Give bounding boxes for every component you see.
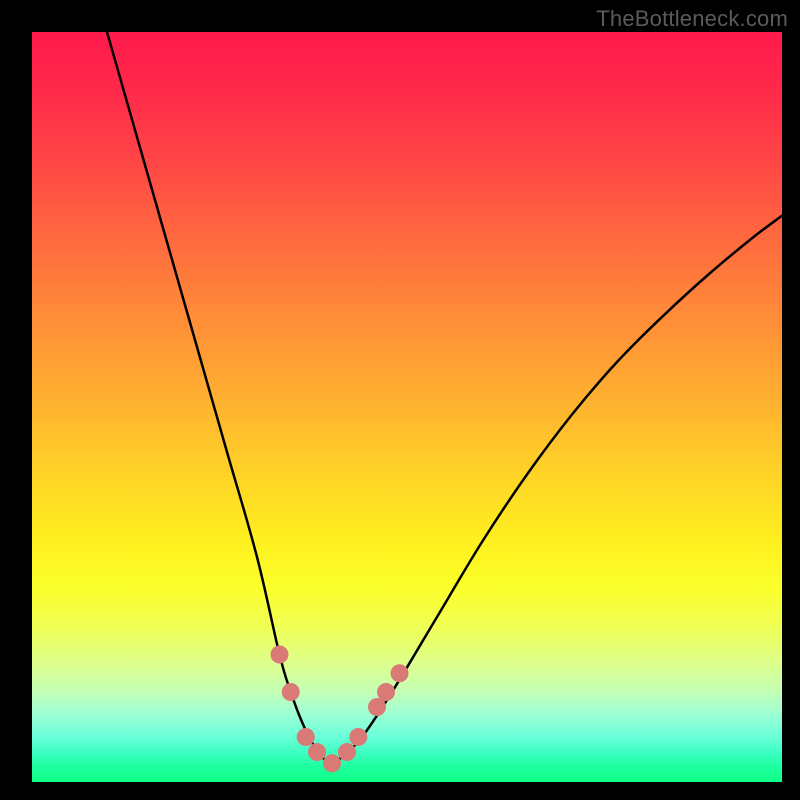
chart-stage: TheBottleneck.com — [0, 0, 800, 800]
marker-trough-left-a — [297, 728, 315, 746]
marker-group — [271, 646, 409, 773]
marker-right-cluster-c — [391, 664, 409, 682]
curve-layer — [32, 32, 782, 782]
marker-right-cluster-b — [377, 683, 395, 701]
bottleneck-curve — [107, 32, 782, 763]
marker-right-cluster-a — [368, 698, 386, 716]
marker-trough-right-a — [338, 743, 356, 761]
plot-area — [32, 32, 782, 782]
marker-trough-left-b — [308, 743, 326, 761]
watermark-text: TheBottleneck.com — [596, 6, 788, 32]
marker-trough-min — [323, 754, 341, 772]
marker-trough-right-b — [349, 728, 367, 746]
marker-left-cluster-top — [271, 646, 289, 664]
marker-left-cluster-lower — [282, 683, 300, 701]
